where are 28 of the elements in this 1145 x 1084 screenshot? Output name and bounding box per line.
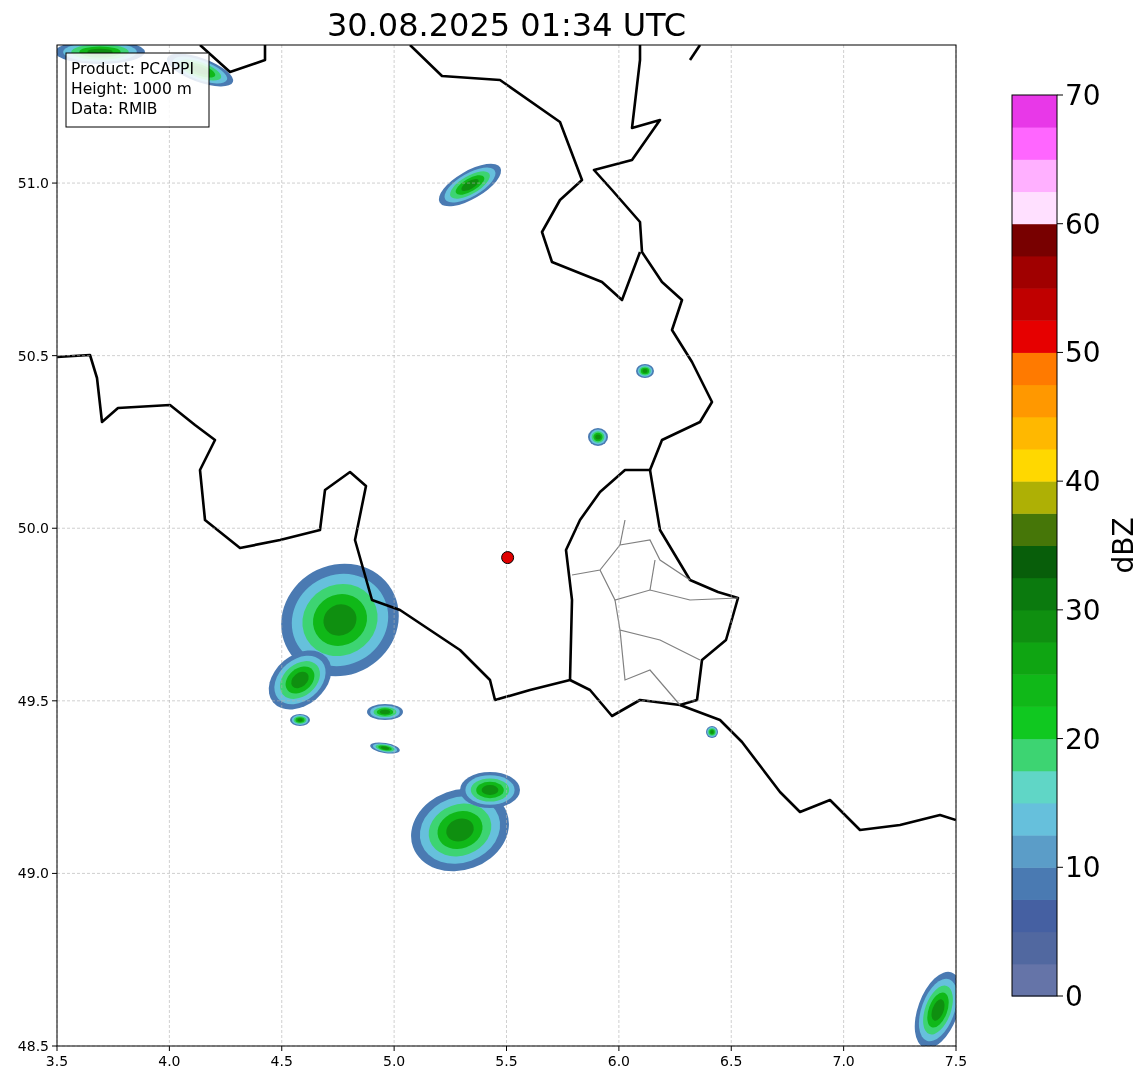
y-tick-label: 50.0 xyxy=(17,520,49,537)
x-tick-label: 7.0 xyxy=(832,1053,855,1069)
colorbar-label: dBZ xyxy=(1107,517,1140,574)
colorbar-tick-label: 0 xyxy=(1065,980,1083,1013)
y-tick-label: 49.0 xyxy=(17,865,49,882)
colorbar-tick-label: 50 xyxy=(1065,336,1101,370)
colorbar-tick-label: 20 xyxy=(1065,722,1101,756)
x-tick-label: 5.0 xyxy=(383,1053,406,1069)
y-tick-label: 50.5 xyxy=(17,347,49,364)
info-text: Data: RMIB xyxy=(71,100,158,118)
x-tick-label: 5.5 xyxy=(495,1053,518,1069)
x-tick-label: 7.5 xyxy=(944,1053,968,1069)
info-text: Product: PCAPPI xyxy=(71,60,195,78)
y-tick-label: 51.0 xyxy=(17,175,49,192)
x-tick-label: 6.0 xyxy=(607,1053,630,1069)
colorbar-tick-label: 10 xyxy=(1065,851,1101,885)
colorbar-tick-label: 60 xyxy=(1065,207,1101,241)
x-tick-label: 4.5 xyxy=(270,1053,293,1069)
colorbar-tick-label: 30 xyxy=(1065,593,1101,627)
x-tick-label: 4.0 xyxy=(158,1053,181,1069)
chart-title: 30.08.2025 01:34 UTC xyxy=(326,6,687,44)
colorbar-tick-label: 70 xyxy=(1065,79,1101,112)
y-tick-label: 48.5 xyxy=(17,1038,49,1054)
colorbar-tick-label: 40 xyxy=(1065,465,1101,499)
x-tick-label: 6.5 xyxy=(720,1053,743,1069)
y-tick-label: 49.5 xyxy=(17,692,49,709)
x-tick-label: 3.5 xyxy=(45,1053,69,1069)
info-text: Height: 1000 m xyxy=(71,80,192,98)
